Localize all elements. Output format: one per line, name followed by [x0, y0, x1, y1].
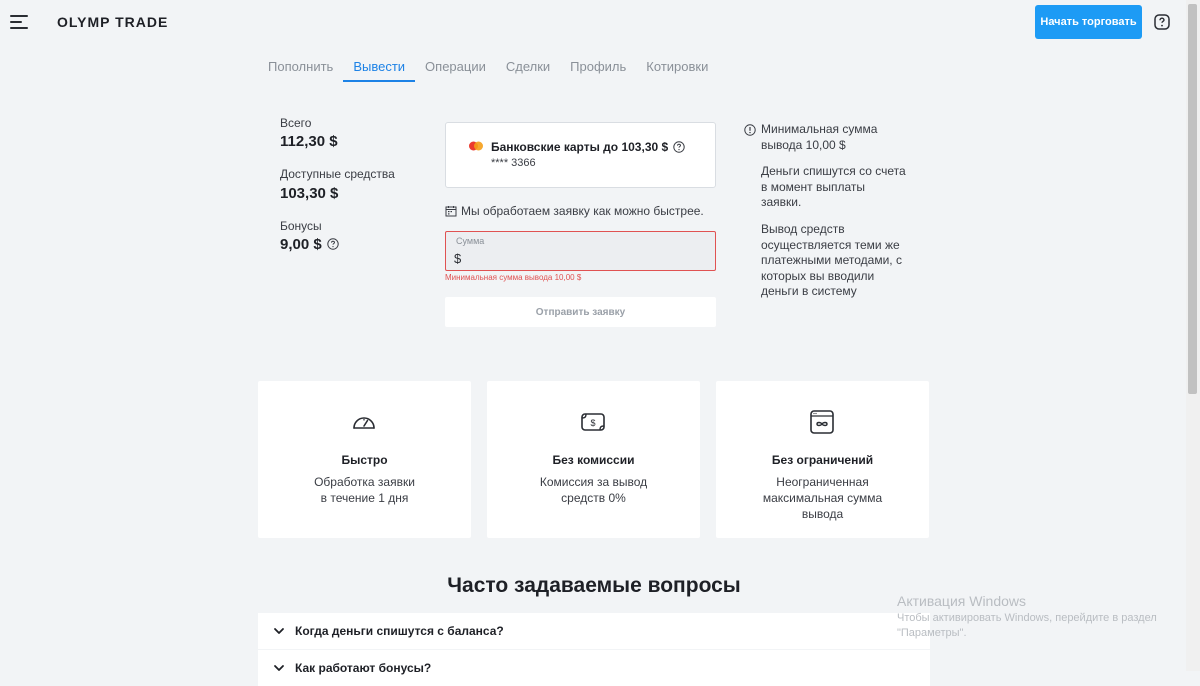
- feature-description: Неограниченная максимальная сумма вывода: [716, 474, 929, 522]
- bonus-value: 9,00 $: [280, 236, 339, 253]
- svg-text:$: $: [590, 418, 595, 428]
- mastercard-icon: [469, 141, 483, 151]
- feature-description: Комиссия за вывод средств 0%: [487, 474, 700, 506]
- page-scrollbar[interactable]: [1186, 0, 1200, 671]
- bonus-label: Бонусы: [280, 219, 322, 233]
- available-value: 103,30 $: [280, 185, 339, 202]
- feature-line: максимальная сумма: [762, 491, 883, 505]
- feature-line: вывода: [801, 507, 844, 521]
- faq-question: Как работают бонусы?: [295, 661, 432, 675]
- submit-request-button[interactable]: Отправить заявку: [445, 297, 716, 327]
- help-icon[interactable]: [1154, 14, 1170, 30]
- amount-field[interactable]: Сумма: [445, 231, 716, 271]
- infinity-window-icon: [810, 410, 834, 434]
- watermark-title: Активация Windows: [897, 593, 1027, 609]
- start-trading-button[interactable]: Начать торговать: [1035, 5, 1142, 39]
- amount-label: Сумма: [456, 236, 485, 246]
- tab-deposit[interactable]: Пополнить: [258, 52, 343, 82]
- amount-input[interactable]: [454, 249, 704, 267]
- feature-title: Без ограничений: [771, 453, 874, 467]
- cash-icon: $: [581, 413, 605, 431]
- payment-method-card[interactable]: Банковские карты до 103,30 $ **** 3366: [445, 122, 716, 188]
- menu-icon[interactable]: [10, 14, 30, 30]
- calendar-icon: [445, 206, 457, 217]
- tab-operations[interactable]: Операции: [415, 52, 496, 82]
- info-icon: [744, 124, 756, 136]
- speedometer-icon: [353, 417, 375, 429]
- feature-title: Быстро: [341, 453, 388, 467]
- available-label: Доступные средства: [280, 167, 395, 181]
- feature-line: Комиссия за вывод: [539, 475, 648, 489]
- chevron-down-icon: [274, 628, 284, 634]
- watermark-text: Чтобы активировать Windows, перейдите в …: [897, 611, 1157, 641]
- total-value: 112,30 $: [280, 133, 338, 150]
- tab-trades[interactable]: Сделки: [496, 52, 560, 82]
- watermark-line: "Параметры".: [897, 627, 967, 639]
- faq-item[interactable]: Когда деньги спишутся с баланса?: [258, 613, 930, 649]
- windows-activation-watermark: Активация Windows Чтобы активировать Win…: [897, 593, 1157, 641]
- debit-info: Деньги спишутся со счета в момент выплат…: [761, 164, 906, 209]
- processing-note-text: Мы обработаем заявку как можно быстрее.: [461, 204, 704, 218]
- feature-title: Без комиссии: [552, 453, 635, 467]
- feature-description: Обработка заявки в течение 1 дня: [258, 474, 471, 506]
- feature-card-fast: Быстро Обработка заявки в течение 1 дня: [258, 381, 471, 538]
- question-icon[interactable]: [327, 238, 339, 250]
- faq-question: Когда деньги спишутся с баланса?: [295, 624, 504, 638]
- min-amount-info: Минимальная сумма вывода 10,00 $: [761, 122, 878, 152]
- feature-card-no-limits: Без ограничений Неограниченная максималь…: [716, 381, 929, 538]
- logo[interactable]: OLYMP TRADE: [57, 14, 168, 30]
- amount-error: Минимальная сумма вывода 10,00 $: [445, 273, 582, 282]
- feature-line: Неограниченная: [776, 475, 869, 489]
- total-label: Всего: [280, 116, 312, 130]
- account-tabs: Пополнить Вывести Операции Сделки Профил…: [258, 52, 718, 82]
- processing-note: Мы обработаем заявку как можно быстрее.: [445, 203, 704, 218]
- question-icon[interactable]: [672, 141, 685, 153]
- tab-profile[interactable]: Профиль: [560, 52, 636, 82]
- feature-line: в течение 1 дня: [320, 491, 409, 505]
- top-header: OLYMP TRADE Начать торговать: [0, 0, 1186, 44]
- tab-quotes[interactable]: Котировки: [636, 52, 718, 82]
- feature-line: Обработка заявки: [314, 475, 415, 489]
- watermark-line: Чтобы активировать Windows, перейдите в …: [897, 612, 1157, 624]
- card-number: **** 3366: [491, 157, 536, 169]
- payment-method-label: Банковские карты до 103,30 $: [491, 140, 669, 154]
- methods-info: Вывод средств осуществляется теми же пла…: [761, 222, 902, 298]
- bonus-amount: 9,00 $: [280, 236, 322, 253]
- faq-item[interactable]: Как работают бонусы?: [258, 650, 930, 686]
- scrollbar-thumb[interactable]: [1188, 4, 1197, 394]
- tab-withdraw[interactable]: Вывести: [343, 52, 416, 82]
- payment-method-name: Банковские карты до 103,30 $: [491, 139, 685, 154]
- faq-title: Часто задаваемые вопросы: [447, 574, 741, 597]
- feature-card-no-fee: $ Без комиссии Комиссия за вывод средств…: [487, 381, 700, 538]
- chevron-down-icon: [274, 665, 284, 671]
- feature-line: средств 0%: [561, 491, 626, 505]
